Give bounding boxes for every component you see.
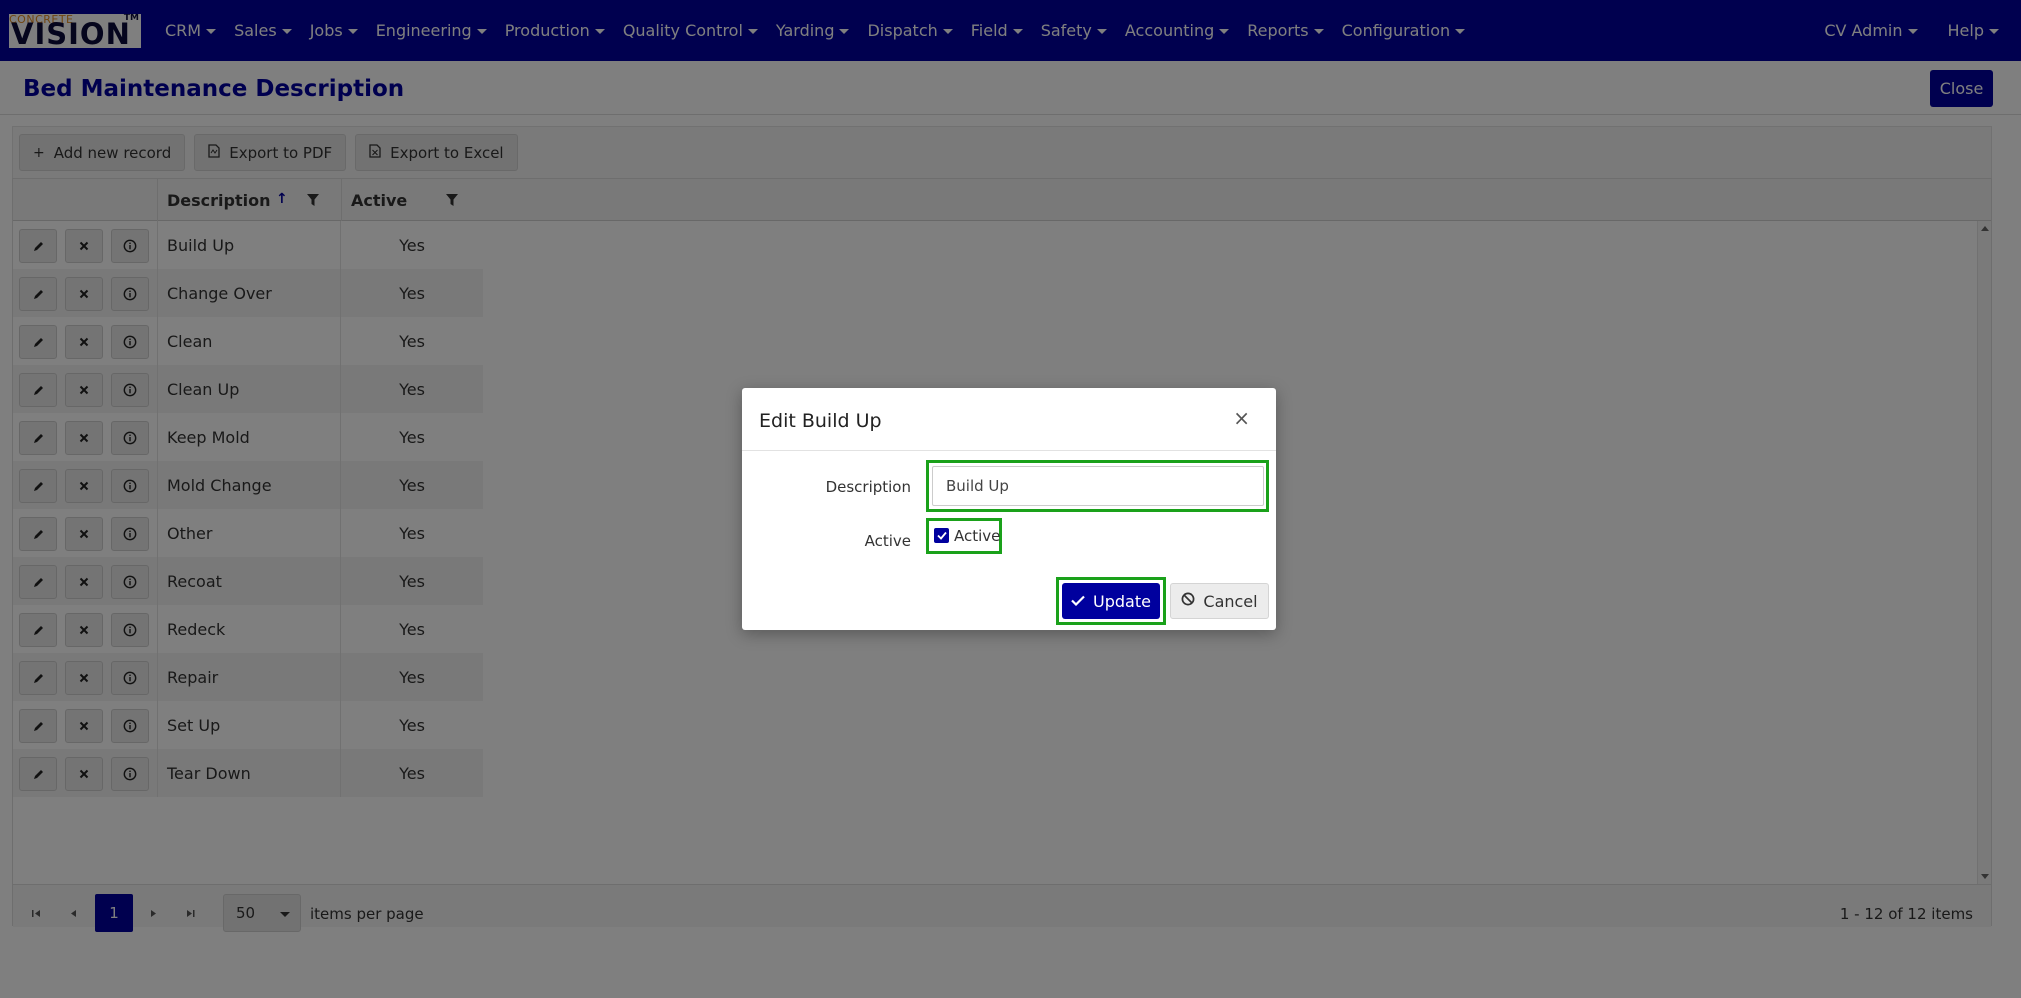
- cancel-circle-icon: [1181, 592, 1195, 610]
- description-input[interactable]: [932, 466, 1264, 506]
- dialog-title: Edit Build Up: [759, 410, 882, 432]
- edit-record-dialog: Edit Build Up × Description Active Activ…: [742, 388, 1276, 630]
- active-checkbox-label[interactable]: Active: [954, 527, 1000, 545]
- active-field-label: Active: [864, 532, 911, 550]
- checkmark-icon: [936, 531, 947, 540]
- dialog-close-icon[interactable]: ×: [1233, 406, 1250, 430]
- cancel-button-label: Cancel: [1203, 591, 1258, 611]
- update-button[interactable]: Update: [1062, 583, 1160, 619]
- cancel-button[interactable]: Cancel: [1170, 583, 1269, 619]
- description-field-label: Description: [825, 478, 911, 496]
- update-button-label: Update: [1093, 591, 1151, 611]
- active-checkbox[interactable]: [934, 528, 949, 543]
- dialog-divider: [742, 450, 1276, 451]
- check-icon: [1071, 592, 1085, 610]
